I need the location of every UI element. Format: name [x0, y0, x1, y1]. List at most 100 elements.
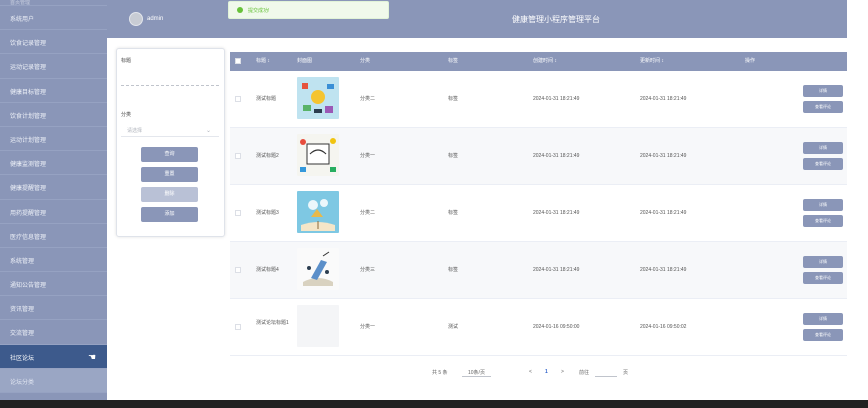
view-comments-button[interactable]: 查看评论: [803, 158, 843, 170]
page-size-select[interactable]: 10条/页: [462, 369, 491, 377]
sidebar-item-system[interactable]: 系统管理: [0, 248, 107, 273]
category-select-placeholder: 请选择: [127, 128, 143, 134]
sidebar-item-forum[interactable]: 社区论坛 ☚: [0, 344, 107, 369]
cell-created: 2024-01-31 18:21:49: [533, 210, 580, 216]
page-unit-label: 页: [623, 370, 629, 376]
table-header: 标题 ↕ 封面图 分类 标签 创建时间 ↕ 更新时间 ↕ 操作: [230, 52, 852, 71]
success-check-icon: [237, 7, 243, 13]
sidebar: 首页管理 系统用户 饮食记录管理 运动记录管理 健康目标管理 饮食计划管理 运动…: [0, 0, 107, 400]
table-row: 测试标题4 分类三 标签 2024-01-31 18:21:49 2024-01…: [230, 242, 852, 299]
bottom-border: [0, 400, 868, 408]
toast-message: 提交成功!: [248, 7, 270, 14]
cell-updated: 2024-01-31 18:21:49: [640, 96, 687, 102]
select-all-checkbox[interactable]: [235, 58, 241, 64]
detail-button[interactable]: 详情: [803, 313, 843, 325]
sidebar-item-news[interactable]: 资讯管理: [0, 296, 107, 321]
cell-created: 2024-01-31 18:21:49: [533, 267, 580, 273]
header-title[interactable]: 标题 ↕: [256, 52, 270, 71]
sidebar-item-diet-plans[interactable]: 饮食计划管理: [0, 103, 107, 127]
page-number-current[interactable]: 1: [545, 369, 548, 375]
cell-created: 2024-01-31 18:21:49: [533, 96, 580, 102]
app-title: 健康管理小程序管理平台: [512, 15, 600, 24]
sidebar-item-label: 社区论坛: [10, 355, 35, 362]
header-updated[interactable]: 更新时间 ↕: [640, 52, 664, 71]
cell-tag: 测试: [448, 324, 459, 330]
cell-category: 分类二: [360, 96, 376, 102]
view-comments-button[interactable]: 查看评论: [803, 215, 843, 227]
detail-button[interactable]: 详情: [803, 256, 843, 268]
detail-button[interactable]: 详情: [803, 85, 843, 97]
goto-label: 前往: [579, 370, 590, 376]
row-checkbox[interactable]: [235, 96, 241, 102]
cell-category: 分类一: [360, 324, 376, 330]
cover-image: [297, 191, 339, 233]
goto-page-input[interactable]: [595, 369, 617, 377]
cell-updated: 2024-01-31 18:21:49: [640, 267, 687, 273]
cell-updated: 2024-01-31 18:21:49: [640, 153, 687, 159]
cell-tag: 标签: [448, 267, 459, 273]
avatar[interactable]: [129, 12, 143, 26]
title-filter-input[interactable]: [121, 85, 219, 86]
table-row: 测试标题2 分类一 标签 2024-01-31 18:21:49 2024-01…: [230, 128, 852, 185]
main-content: 标题 分类 请选择 ⌄ 查询 重置 删除 添加 标题 ↕ 封面图 分类 标签 创…: [107, 38, 852, 400]
app-root: 首页管理 系统用户 饮食记录管理 运动记录管理 健康目标管理 饮食计划管理 运动…: [0, 0, 868, 408]
reset-button[interactable]: 重置: [141, 167, 198, 182]
pointer-hand-icon: ☚: [88, 351, 97, 362]
cell-category: 分类三: [360, 267, 376, 273]
sidebar-item-forum-categories[interactable]: 论坛分类: [0, 368, 107, 393]
row-checkbox[interactable]: [235, 267, 241, 273]
delete-button[interactable]: 删除: [141, 187, 198, 202]
cell-title: 测试标题2: [256, 153, 279, 159]
cell-title: 测试标题3: [256, 210, 279, 216]
cover-image: [297, 248, 339, 290]
sidebar-item-medication-reminders[interactable]: 用药提醒管理: [0, 200, 107, 224]
cell-updated: 2024-01-31 18:21:49: [640, 210, 687, 216]
add-button[interactable]: 添加: [141, 207, 198, 222]
cell-title: 测试论坛标题1: [256, 320, 289, 326]
sidebar-item-exercise-records[interactable]: 运动记录管理: [0, 54, 107, 79]
cell-updated: 2024-01-16 09:50:02: [640, 324, 687, 330]
header-tag: 标签: [448, 58, 459, 64]
forum-table: 标题 ↕ 封面图 分类 标签 创建时间 ↕ 更新时间 ↕ 操作 测试标题 分类二…: [230, 52, 852, 356]
header-created[interactable]: 创建时间 ↕: [533, 52, 557, 71]
table-row: 测试标题 分类二 标签 2024-01-31 18:21:49 2024-01-…: [230, 71, 852, 128]
row-checkbox[interactable]: [235, 210, 241, 216]
cell-title: 测试标题4: [256, 267, 279, 273]
sidebar-item-system-users[interactable]: 系统用户: [0, 6, 107, 31]
cell-tag: 标签: [448, 210, 459, 216]
row-checkbox[interactable]: [235, 324, 241, 330]
view-comments-button[interactable]: 查看评论: [803, 101, 843, 113]
pagination-total: 共 5 条: [432, 370, 448, 376]
header-category: 分类: [360, 58, 371, 64]
sidebar-item-exercise-plans[interactable]: 运动计划管理: [0, 127, 107, 152]
cell-category: 分类一: [360, 153, 376, 159]
category-select[interactable]: 请选择 ⌄: [121, 125, 219, 137]
header-actions: 操作: [745, 58, 756, 64]
next-page-button[interactable]: >: [561, 369, 564, 375]
cell-tag: 标签: [448, 96, 459, 102]
cell-title: 测试标题: [256, 96, 277, 102]
success-toast: 提交成功!: [228, 1, 389, 19]
row-checkbox[interactable]: [235, 153, 241, 159]
sidebar-item-health-monitoring[interactable]: 健康监测管理: [0, 151, 107, 176]
detail-button[interactable]: 详情: [803, 199, 843, 211]
sidebar-item-communication[interactable]: 交流管理: [0, 320, 107, 345]
cell-created: 2024-01-16 09:50:00: [533, 324, 580, 330]
prev-page-button[interactable]: <: [529, 369, 532, 375]
sidebar-item-medical-info[interactable]: 医疗信息管理: [0, 224, 107, 248]
pagination: 共 5 条 10条/页 < 1 > 前往 页: [307, 366, 727, 380]
search-button[interactable]: 查询: [141, 147, 198, 162]
table-row: 测试标题3 分类二 标签 2024-01-31 18:21:49 2024-01…: [230, 185, 852, 242]
sidebar-item-diet-records[interactable]: 饮食记录管理: [0, 30, 107, 55]
category-filter-label: 分类: [121, 112, 132, 118]
cover-image-empty: [297, 305, 339, 347]
detail-button[interactable]: 详情: [803, 142, 843, 154]
cell-created: 2024-01-31 18:21:49: [533, 153, 580, 159]
cover-image: [297, 77, 339, 119]
sidebar-item-health-goals[interactable]: 健康目标管理: [0, 79, 107, 103]
view-comments-button[interactable]: 查看评论: [803, 272, 843, 284]
sidebar-item-health-reminders[interactable]: 健康提醒管理: [0, 175, 107, 200]
sidebar-item-announcements[interactable]: 通知公告管理: [0, 272, 107, 297]
view-comments-button[interactable]: 查看评论: [803, 329, 843, 341]
admin-name[interactable]: admin: [147, 16, 163, 22]
